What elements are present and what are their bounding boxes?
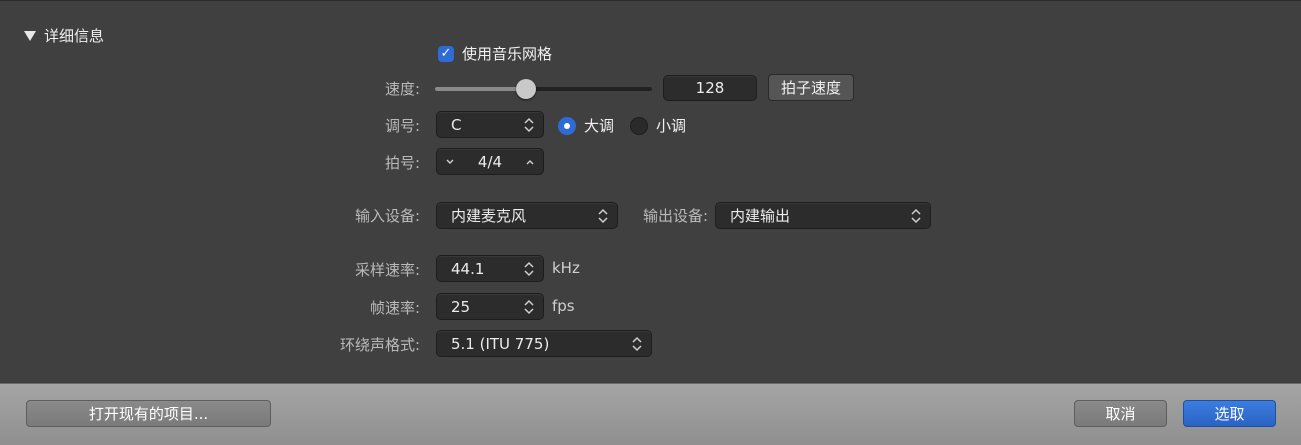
up-down-chevron-icon: [598, 208, 608, 223]
time-signature-stepper[interactable]: 4/4: [436, 148, 544, 175]
tempo-slider-knob[interactable]: [516, 79, 537, 99]
up-down-chevron-icon: [524, 117, 534, 132]
tempo-slider-fill: [435, 87, 527, 91]
key-value: C: [451, 115, 462, 134]
sample-rate-label: 采样速率:: [354, 261, 420, 279]
details-panel: 详细信息 ✓ 使用音乐网格 速度: 128 拍子速度 调号: C 大调 小调 拍…: [0, 0, 1301, 384]
sample-rate-popup[interactable]: 44.1: [436, 255, 544, 282]
sample-rate-value: 44.1: [451, 259, 485, 278]
up-down-chevron-icon: [911, 208, 921, 223]
open-existing-project-button[interactable]: 打开现有的项目...: [26, 400, 271, 427]
disclosure-triangle-icon[interactable]: [24, 30, 36, 41]
tempo-label: 速度:: [384, 80, 420, 98]
choose-button[interactable]: 选取: [1183, 400, 1276, 427]
surround-format-value: 5.1 (ITU 775): [451, 334, 550, 353]
up-down-chevron-icon: [632, 336, 642, 351]
up-down-chevron-icon: [524, 299, 534, 314]
output-device-popup[interactable]: 内建输出: [715, 202, 931, 229]
details-title: 详细信息: [44, 27, 105, 45]
frame-rate-value: 25: [451, 297, 471, 316]
up-down-chevron-icon: [524, 261, 534, 276]
frame-rate-popup[interactable]: 25: [436, 293, 544, 320]
minor-radio[interactable]: [630, 116, 648, 135]
chevron-up-icon[interactable]: [525, 158, 535, 166]
major-radio[interactable]: [558, 116, 576, 135]
minor-option[interactable]: 小调: [630, 115, 686, 136]
chevron-down-icon[interactable]: [445, 158, 455, 166]
key-popup[interactable]: C: [436, 111, 544, 138]
input-device-label: 输入设备:: [354, 207, 420, 225]
frame-rate-unit: fps: [552, 297, 575, 315]
checkmark-icon: ✓: [440, 45, 452, 61]
tap-tempo-button[interactable]: 拍子速度: [768, 74, 854, 101]
input-device-popup[interactable]: 内建麦克风: [436, 202, 618, 229]
key-label: 调号:: [384, 117, 420, 135]
music-grid-label: 使用音乐网格: [462, 45, 553, 63]
output-device-label: 输出设备:: [642, 207, 708, 225]
cancel-button[interactable]: 取消: [1074, 400, 1167, 427]
music-grid-checkbox[interactable]: ✓: [438, 45, 454, 62]
minor-label: 小调: [656, 117, 687, 135]
output-device-value: 内建输出: [730, 207, 791, 225]
surround-format-label: 环绕声格式:: [339, 336, 420, 354]
input-device-value: 内建麦克风: [451, 207, 527, 225]
time-signature-value: 4/4: [477, 152, 503, 171]
time-signature-label: 拍号:: [384, 154, 420, 172]
frame-rate-label: 帧速率:: [369, 299, 420, 317]
tempo-value: 128: [695, 79, 725, 97]
major-option[interactable]: 大调: [558, 115, 614, 136]
details-disclosure[interactable]: 详细信息: [24, 25, 104, 46]
sample-rate-unit: kHz: [552, 259, 580, 277]
music-grid-option[interactable]: ✓ 使用音乐网格: [438, 43, 552, 64]
dialog-footer: 打开现有的项目... 取消 选取: [0, 383, 1301, 445]
major-label: 大调: [584, 117, 615, 135]
tempo-field[interactable]: 128: [663, 75, 757, 101]
surround-format-popup[interactable]: 5.1 (ITU 775): [436, 330, 652, 357]
